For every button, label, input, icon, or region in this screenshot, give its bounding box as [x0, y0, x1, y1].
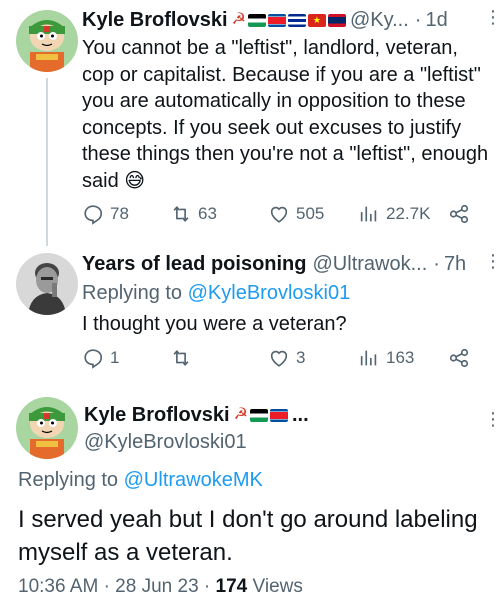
replying-to: Replying to @UltrawokeMK — [18, 467, 263, 493]
reply-button[interactable]: 78 — [82, 203, 129, 225]
more-icon[interactable]: ⋮ — [484, 252, 502, 270]
like-count: 505 — [296, 204, 325, 223]
like-count: 3 — [296, 348, 306, 367]
laos-flag-icon — [327, 13, 346, 27]
share-icon — [449, 204, 469, 224]
main-tweet-header: Kyle Broflovski ☭ ... — [84, 402, 309, 428]
views-count: 22.7K — [386, 204, 431, 223]
tweet-2-header: Years of lead poisoning @Ultrawok... · 7… — [82, 251, 466, 277]
views-label: Views — [252, 576, 303, 597]
main-handle-row: @KyleBrovloski01 — [84, 429, 247, 455]
reply-button[interactable]: 1 — [82, 347, 119, 369]
views-count: 163 — [386, 348, 415, 367]
more-icon[interactable]: ⋮ — [484, 410, 502, 428]
share-icon — [449, 348, 469, 368]
vietnam-flag-icon: ★ — [307, 13, 326, 27]
retweet-icon — [173, 206, 189, 222]
name-flags: ☭ — [234, 402, 288, 428]
views-button[interactable]: 163 — [358, 347, 414, 369]
hammer-sickle-icon: ☭ — [233, 406, 248, 423]
separator: · — [103, 576, 110, 597]
hammer-sickle-icon: ☭ — [231, 11, 246, 28]
name-flags: ☭ ★ — [232, 7, 346, 33]
kyle-avatar-icon — [16, 10, 78, 72]
separator: · — [203, 576, 211, 597]
post-time[interactable]: 10:36 AM — [18, 576, 98, 597]
kyle-avatar-icon — [16, 397, 78, 459]
retweet-icon — [173, 350, 189, 366]
tweet-1-actions: 78 63 505 22.7K — [82, 203, 492, 229]
retweet-count: 63 — [198, 204, 217, 223]
views-icon — [360, 206, 377, 222]
timestamp[interactable]: 7h — [444, 251, 466, 277]
like-icon — [270, 350, 288, 367]
palestine-flag-icon — [249, 408, 268, 422]
more-icon[interactable]: ⋮ — [484, 8, 502, 26]
like-button[interactable]: 505 — [268, 203, 324, 225]
separator: · — [414, 9, 422, 31]
share-button[interactable] — [448, 203, 470, 225]
replying-to-mention[interactable]: @UltrawokeMK — [124, 469, 263, 491]
display-name[interactable]: Kyle Broflovski — [82, 7, 228, 33]
display-name[interactable]: Kyle Broflovski — [84, 402, 230, 428]
separator: · — [433, 253, 440, 275]
views-icon — [360, 350, 377, 366]
avatar-kyle[interactable] — [16, 10, 78, 72]
display-name[interactable]: Years of lead poisoning — [82, 251, 307, 277]
replying-to-label: Replying to — [18, 469, 119, 491]
tweet-2-actions: 1 3 163 — [82, 347, 492, 373]
reply-count: 1 — [110, 348, 120, 367]
like-icon — [270, 206, 288, 223]
views-button[interactable]: 22.7K — [358, 203, 430, 225]
post-date[interactable]: 28 Jun 23 — [115, 576, 198, 597]
tweet-1-header: Kyle Broflovski ☭ ★ @Ky... · 1d — [82, 7, 448, 33]
replying-to-label: Replying to — [82, 282, 183, 304]
reply-icon — [84, 205, 103, 225]
avatar-kyle-main[interactable] — [16, 397, 78, 459]
tweet-text: I thought you were a veteran? — [82, 313, 347, 335]
handle[interactable]: @KyleBrovloski01 — [84, 429, 247, 455]
retweet-button[interactable]: 63 — [170, 203, 217, 225]
reply-count: 78 — [110, 204, 129, 223]
replying-to-mention[interactable]: @KyleBrovloski01 — [188, 282, 351, 304]
avatar-years-of-lead[interactable] — [16, 253, 78, 315]
cuba-flag-icon — [287, 13, 306, 27]
palestine-flag-icon — [247, 13, 266, 27]
main-tweet-text: I served yeah but I don't go around labe… — [18, 506, 478, 566]
thread-line-1 — [46, 78, 48, 246]
timestamp[interactable]: 1d — [425, 7, 447, 33]
north-korea-flag-icon — [269, 408, 288, 422]
tweet-text: You cannot be a "leftist", landlord, vet… — [82, 37, 489, 192]
handle[interactable]: @Ultrawok... — [313, 251, 428, 277]
portrait-avatar-icon — [16, 253, 78, 315]
reply-icon — [84, 349, 103, 369]
replying-to: Replying to @KyleBrovloski01 — [82, 280, 350, 306]
tweet-meta: 10:36 AM · 28 Jun 23 · 174 Views — [18, 576, 303, 598]
retweet-button[interactable] — [170, 347, 198, 369]
views-total: 174 — [215, 576, 248, 597]
name-ellipsis: ... — [291, 404, 309, 426]
handle[interactable]: @Ky... — [350, 7, 409, 33]
north-korea-flag-icon — [267, 13, 286, 27]
like-button[interactable]: 3 — [268, 347, 305, 369]
share-button[interactable] — [448, 347, 470, 369]
